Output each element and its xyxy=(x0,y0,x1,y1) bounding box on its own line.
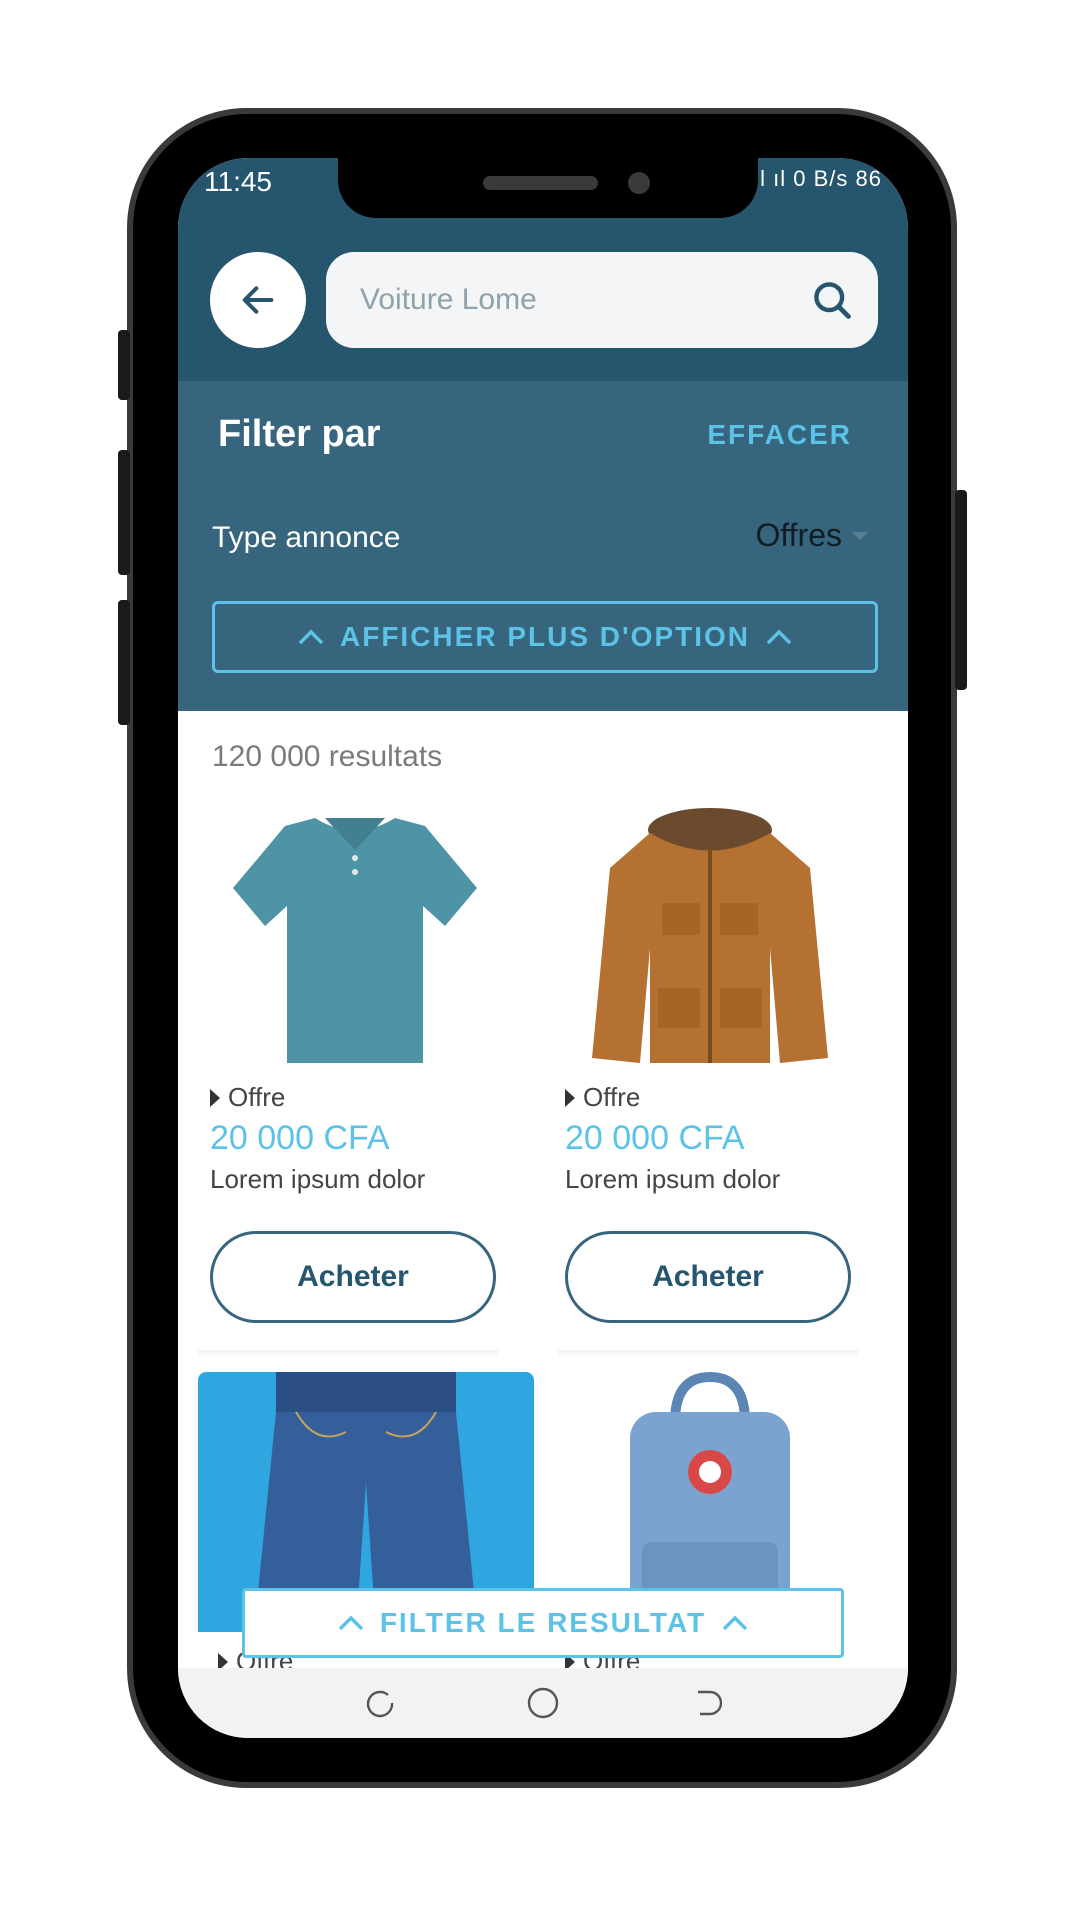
phone-button xyxy=(955,490,967,690)
search-input[interactable] xyxy=(360,283,780,317)
notch xyxy=(338,158,758,218)
phone-button xyxy=(118,450,130,575)
clear-filters-button[interactable]: EFFACER xyxy=(707,419,852,451)
product-kind: Offre xyxy=(583,1082,641,1112)
chevron-up-icon xyxy=(766,629,792,645)
filter-results-label: FILTER LE RESULTAT xyxy=(379,1607,707,1638)
search-icon[interactable] xyxy=(810,278,854,322)
chevron-up-icon xyxy=(338,1615,364,1631)
camera xyxy=(628,172,650,194)
product-description: Lorem ipsum dolor xyxy=(565,1164,781,1194)
filter-panel: Filter par EFFACER Type annonce Offres A… xyxy=(178,381,908,711)
divider xyxy=(198,1350,498,1358)
screen: 11:45 ıl ıl 0 B/s 86 Filter par EFFACER … xyxy=(178,158,908,1738)
show-more-options-button[interactable]: AFFICHER PLUS D'OPTION xyxy=(212,601,878,673)
product-card[interactable]: Offre 20 000 CFA Lorem ipsum dolor Achet… xyxy=(190,808,520,1323)
search-header xyxy=(178,218,908,381)
buy-button[interactable]: Acheter xyxy=(565,1231,851,1323)
filter-results-button[interactable]: FILTER LE RESULTAT xyxy=(242,1588,844,1658)
status-indicators: ıl ıl 0 B/s 86 xyxy=(753,166,882,191)
home-icon[interactable] xyxy=(525,1685,561,1721)
phone-button xyxy=(118,600,130,725)
play-icon xyxy=(565,1088,575,1107)
arrow-left-icon xyxy=(242,286,274,314)
chevron-up-icon xyxy=(298,629,324,645)
product-card[interactable]: Offre 20 000 CFA Lorem ipsum dolor Achet… xyxy=(545,808,875,1323)
buy-button[interactable]: Acheter xyxy=(210,1231,496,1323)
back-nav-icon[interactable] xyxy=(688,1685,724,1721)
product-price: 20 000 CFA xyxy=(565,1119,745,1157)
results-count: 120 000 resultats xyxy=(212,740,443,773)
jacket-illustration xyxy=(592,808,828,1063)
product-price: 20 000 CFA xyxy=(210,1119,390,1157)
polo-shirt-illustration xyxy=(233,818,477,1063)
search-bar xyxy=(326,252,878,348)
caret-down-icon xyxy=(852,531,868,540)
ad-type-value: Offres xyxy=(755,517,842,553)
chevron-up-icon xyxy=(722,1615,748,1631)
divider xyxy=(558,1350,858,1358)
ad-type-label: Type annonce xyxy=(212,521,401,554)
phone-button xyxy=(118,330,130,400)
filter-title: Filter par xyxy=(218,413,381,455)
ad-type-select[interactable]: Offres xyxy=(755,517,868,554)
speaker xyxy=(483,176,598,190)
recent-apps-icon[interactable] xyxy=(362,1685,398,1721)
product-image-jacket[interactable] xyxy=(545,808,875,1068)
product-image-polo-shirt[interactable] xyxy=(190,808,520,1068)
product-kind: Offre xyxy=(228,1082,286,1112)
system-nav-bar xyxy=(178,1668,908,1738)
status-time: 11:45 xyxy=(204,166,272,197)
play-icon xyxy=(210,1088,220,1107)
back-button[interactable] xyxy=(210,252,306,348)
show-more-options-label: AFFICHER PLUS D'OPTION xyxy=(340,621,750,652)
product-description: Lorem ipsum dolor xyxy=(210,1164,426,1194)
